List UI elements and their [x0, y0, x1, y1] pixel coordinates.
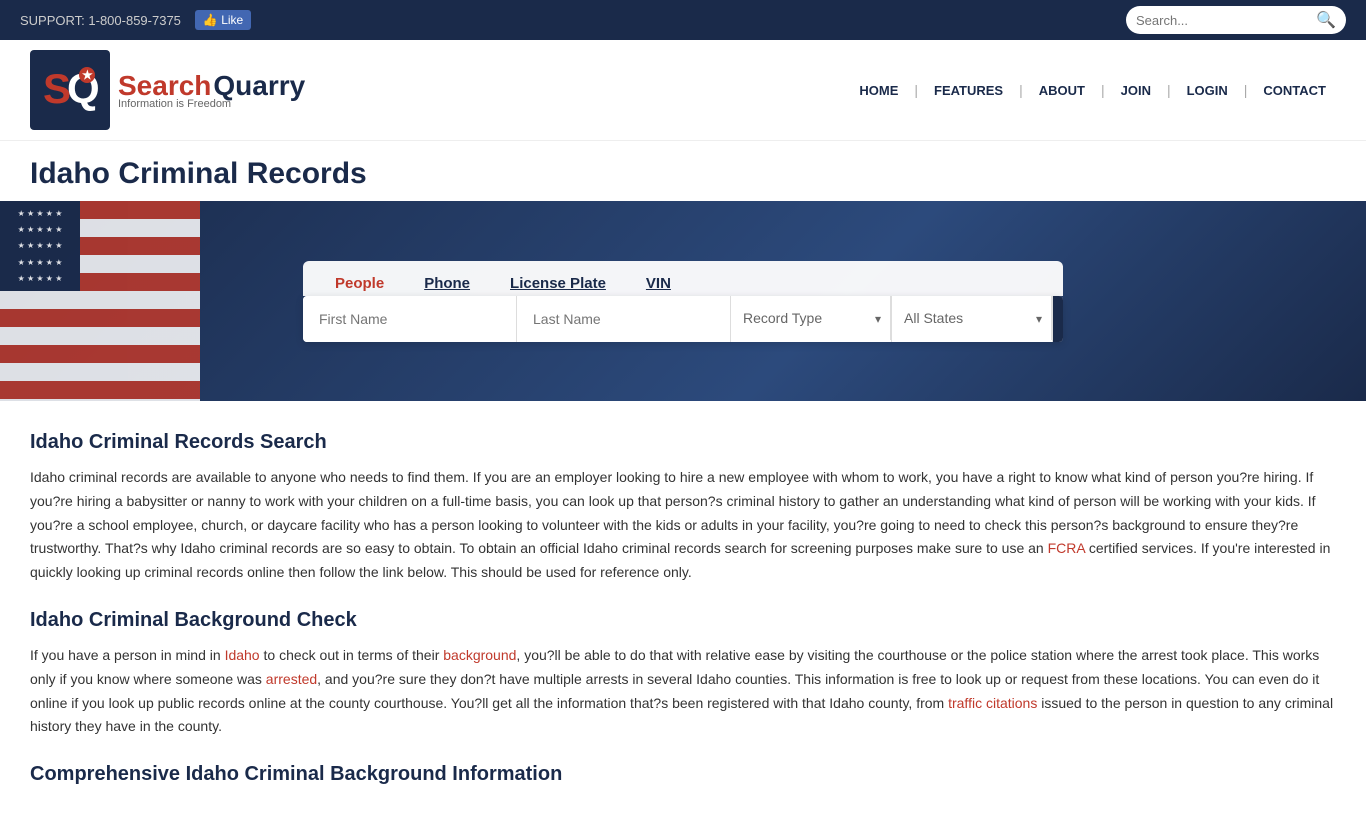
section-comprehensive: Comprehensive Idaho Criminal Background …	[30, 763, 1336, 786]
fcra-link[interactable]: FCRA	[1048, 540, 1085, 556]
page-title-area: Idaho Criminal Records	[0, 141, 1366, 201]
search-icon[interactable]: 🔍	[1316, 10, 1336, 30]
section-background-check: Idaho Criminal Background Check If you h…	[30, 609, 1336, 739]
nav-home[interactable]: HOME	[849, 83, 908, 98]
page-title: Idaho Criminal Records	[30, 157, 1336, 191]
idaho-link[interactable]: Idaho	[225, 647, 260, 663]
search-row: Record Type Criminal Arrest Court All St…	[303, 296, 1063, 342]
top-search-bar: 🔍	[1126, 6, 1346, 34]
hero-banner: ★ ★ ★ ★ ★ ★ ★ ★ ★ ★ ★ ★ ★ ★ ★ ★ ★ ★ ★ ★ …	[0, 201, 1366, 401]
search-wrapper: Record Type Criminal Arrest Court All St…	[303, 296, 1063, 342]
nav-contact[interactable]: CONTACT	[1253, 83, 1336, 98]
top-bar: SUPPORT: 1-800-859-7375 👍 Like 🔍	[0, 0, 1366, 40]
section-criminal-records-search: Idaho Criminal Records Search Idaho crim…	[30, 431, 1336, 585]
top-search-input[interactable]	[1136, 13, 1316, 28]
state-select-wrapper: All States Idaho Alaska Alabama	[892, 296, 1053, 342]
hero-inner: People Phone License Plate VIN Record Ty…	[0, 261, 1366, 342]
fb-like-button[interactable]: 👍 Like	[195, 10, 251, 30]
svg-text:★: ★	[82, 68, 93, 82]
nav-features[interactable]: FEATURES	[924, 83, 1013, 98]
arrested-link[interactable]: arrested	[266, 671, 317, 687]
section3-heading: Comprehensive Idaho Criminal Background …	[30, 763, 1336, 786]
section2-text1: If you have a person in mind in	[30, 647, 225, 663]
nav-about[interactable]: ABOUT	[1029, 83, 1095, 98]
section1-body: Idaho criminal records are available to …	[30, 466, 1336, 585]
tab-vin[interactable]: VIN	[638, 271, 679, 296]
first-name-input[interactable]	[303, 296, 517, 342]
logo-image: S Q ★	[30, 50, 110, 130]
traffic-citations-link[interactable]: traffic citations	[948, 695, 1037, 711]
tab-phone[interactable]: Phone	[416, 271, 478, 296]
search-button[interactable]: SEARCH	[1053, 296, 1063, 342]
logo: S Q ★ Search Quarry Information is Freed…	[30, 50, 305, 130]
record-type-wrapper: Record Type Criminal Arrest Court	[731, 296, 892, 342]
state-select[interactable]: All States Idaho Alaska Alabama	[892, 296, 1052, 340]
tab-license-plate[interactable]: License Plate	[502, 271, 614, 296]
top-bar-left: SUPPORT: 1-800-859-7375 👍 Like	[20, 10, 251, 30]
nav-join[interactable]: JOIN	[1111, 83, 1161, 98]
record-type-select[interactable]: Record Type Criminal Arrest Court	[731, 296, 891, 340]
nav-login[interactable]: LOGIN	[1177, 83, 1238, 98]
main-nav: HOME | FEATURES | ABOUT | JOIN | LOGIN |…	[849, 82, 1336, 98]
tab-people[interactable]: People	[327, 271, 392, 296]
header: S Q ★ Search Quarry Information is Freed…	[0, 40, 1366, 141]
section1-heading: Idaho Criminal Records Search	[30, 431, 1336, 454]
support-text: SUPPORT: 1-800-859-7375	[20, 13, 181, 28]
search-tabs: People Phone License Plate VIN	[303, 261, 1063, 296]
section2-body: If you have a person in mind in Idaho to…	[30, 644, 1336, 739]
section2-heading: Idaho Criminal Background Check	[30, 609, 1336, 632]
content-area: Idaho Criminal Records Search Idaho crim…	[0, 401, 1366, 840]
logo-text-group: Search Quarry Information is Freedom	[118, 70, 305, 110]
section2-text2: to check out in terms of their	[260, 647, 444, 663]
last-name-input[interactable]	[517, 296, 731, 342]
background-link[interactable]: background	[443, 647, 516, 663]
